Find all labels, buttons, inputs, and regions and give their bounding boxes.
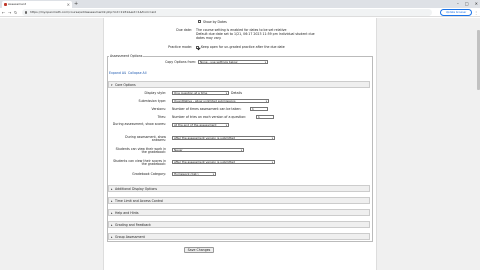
tries-text: Number of tries on each version of a que…: [172, 115, 247, 119]
section-title: Grading and Feedback: [115, 223, 151, 227]
update-button[interactable]: Update browser: [440, 9, 472, 16]
caret-right-icon: ▸: [111, 223, 113, 227]
save-changes-button[interactable]: Save Changes: [184, 247, 214, 253]
caret-right-icon: ▸: [111, 211, 113, 215]
show-answers-label: During assessment, show answers:: [125, 135, 166, 143]
section-title: Group Assessment: [115, 235, 145, 239]
view-scores-value: After the assessment version is submitte…: [174, 160, 235, 164]
due-date-label: Due date:: [176, 28, 192, 32]
expand-all-link[interactable]: Expand All: [109, 71, 126, 75]
view-scores-select[interactable]: After the assessment version is submitte…: [172, 160, 275, 164]
address-bar-row: ← → ↻ https://myopenmath.com/course/adda…: [0, 8, 480, 17]
browser-tab[interactable]: Assessment ×: [2, 1, 72, 8]
section-help-hints[interactable]: ▸ Help and Hints: [108, 209, 370, 216]
show-by-dates-label: Show by Dates: [203, 19, 227, 24]
practice-mode-checkbox[interactable]: [196, 45, 199, 49]
show-answers-select[interactable]: After the assessment version is submitte…: [172, 136, 275, 140]
chevron-down-icon: ▾: [212, 173, 214, 176]
close-tab-icon[interactable]: ×: [67, 1, 70, 8]
caret-right-icon: ▸: [111, 187, 113, 191]
show-scores-label: During assessment, show scores:: [112, 122, 166, 126]
assessment-options-legend: Assessment Options: [109, 54, 144, 58]
section-title: Time Limit and Access Control: [115, 199, 164, 203]
caret-right-icon: ▸: [111, 235, 113, 239]
forward-icon[interactable]: →: [8, 9, 11, 16]
copy-options-select[interactable]: None - use settings below ▾: [198, 60, 268, 64]
new-tab-button[interactable]: +: [74, 1, 78, 7]
submission-type-select[interactable]: Quantitative - allow unlimited submissio…: [172, 99, 269, 103]
core-options-title: Core Options: [115, 83, 136, 87]
gradebook-category-label: Gradebook Category:: [132, 172, 166, 176]
view-work-select[interactable]: Never ▾: [172, 148, 244, 152]
chevron-down-icon: ▾: [240, 149, 242, 152]
show-answers-value: After the assessment version is submitte…: [174, 136, 235, 140]
show-by-dates-checkbox[interactable]: [198, 20, 201, 23]
tries-label: Tries:: [157, 115, 166, 119]
reload-icon[interactable]: ↻: [14, 9, 17, 16]
display-style-value: One question at a time: [174, 91, 208, 95]
section-title: Help and Hints: [115, 211, 139, 215]
maximize-button[interactable]: □: [465, 0, 469, 8]
caret-right-icon: ▸: [111, 199, 113, 203]
close-window-button[interactable]: ✕: [475, 0, 478, 8]
chevron-down-icon: ▾: [264, 61, 266, 64]
section-time-limit[interactable]: ▸ Time Limit and Access Control: [108, 197, 370, 204]
url-text: https://myopenmath.com/course/addassessm…: [30, 10, 157, 14]
display-style-details[interactable]: Details: [231, 91, 242, 95]
show-scores-select[interactable]: At the end of the assessment ▾: [172, 123, 229, 127]
view-work-value: Never: [174, 148, 183, 152]
submission-type-label: Submission type:: [138, 99, 166, 103]
tab-title: Assessment: [8, 2, 26, 6]
submission-type-value: Quantitative - allow unlimited submissio…: [174, 99, 236, 103]
gradebook-category-select[interactable]: Homework (Cat.) ▾: [172, 172, 216, 176]
section-grading-feedback[interactable]: ▸ Grading and Feedback: [108, 221, 370, 228]
view-scores-label: Students can view their scores in the gr…: [113, 159, 166, 167]
section-title: Additional Display Options: [115, 187, 158, 191]
separator: -: [125, 71, 127, 75]
section-additional-display[interactable]: ▸ Additional Display Options: [108, 185, 370, 192]
show-scores-value: At the end of the assessment: [174, 123, 217, 127]
chevron-down-icon: ▾: [271, 161, 273, 164]
versions-text: Number of times assessment can be taken:: [172, 107, 242, 111]
tries-input[interactable]: 1: [256, 115, 274, 119]
core-options-header[interactable]: ▾ Core Options: [108, 81, 370, 88]
display-style-label: Display style:: [144, 91, 166, 95]
gradebook-category-value: Homework (Cat.): [174, 172, 199, 176]
view-work-label: Students can view their work in the grad…: [115, 147, 166, 155]
versions-input[interactable]: 1: [250, 107, 268, 111]
caret-down-icon: ▾: [111, 83, 113, 87]
copy-options-label: Copy Options from:: [165, 60, 196, 64]
menu-icon[interactable]: ⋮: [474, 9, 478, 16]
browser-window: Assessment × + – □ ✕ ← → ↻ https://myope…: [0, 0, 480, 270]
url-bar[interactable]: https://myopenmath.com/course/addassessm…: [22, 9, 432, 16]
chevron-down-icon: ▾: [265, 100, 267, 103]
display-style-select[interactable]: One question at a time ▾: [172, 91, 229, 95]
practice-mode-text: Keep open for un-graded practice after t…: [201, 45, 285, 49]
chevron-down-icon: ▾: [225, 92, 227, 95]
back-icon[interactable]: ←: [2, 9, 5, 16]
favicon-icon: [4, 3, 7, 6]
copy-options-value: None - use settings below: [200, 60, 238, 64]
section-group-assessment[interactable]: ▸ Group Assessment: [108, 233, 370, 240]
collapse-all-link[interactable]: Collapse All: [128, 71, 147, 75]
minimize-button[interactable]: –: [457, 0, 459, 8]
window-controls: – □ ✕: [457, 0, 478, 8]
chevron-down-icon: ▾: [271, 137, 273, 140]
versions-label: Versions:: [151, 107, 166, 111]
lock-icon: [25, 11, 27, 14]
tab-bar: Assessment × + – □ ✕: [0, 0, 480, 8]
practice-mode-label: Practice mode:: [168, 45, 192, 49]
chevron-down-icon: ▾: [225, 124, 227, 127]
due-date-line-3: dates may vary.: [196, 36, 222, 40]
